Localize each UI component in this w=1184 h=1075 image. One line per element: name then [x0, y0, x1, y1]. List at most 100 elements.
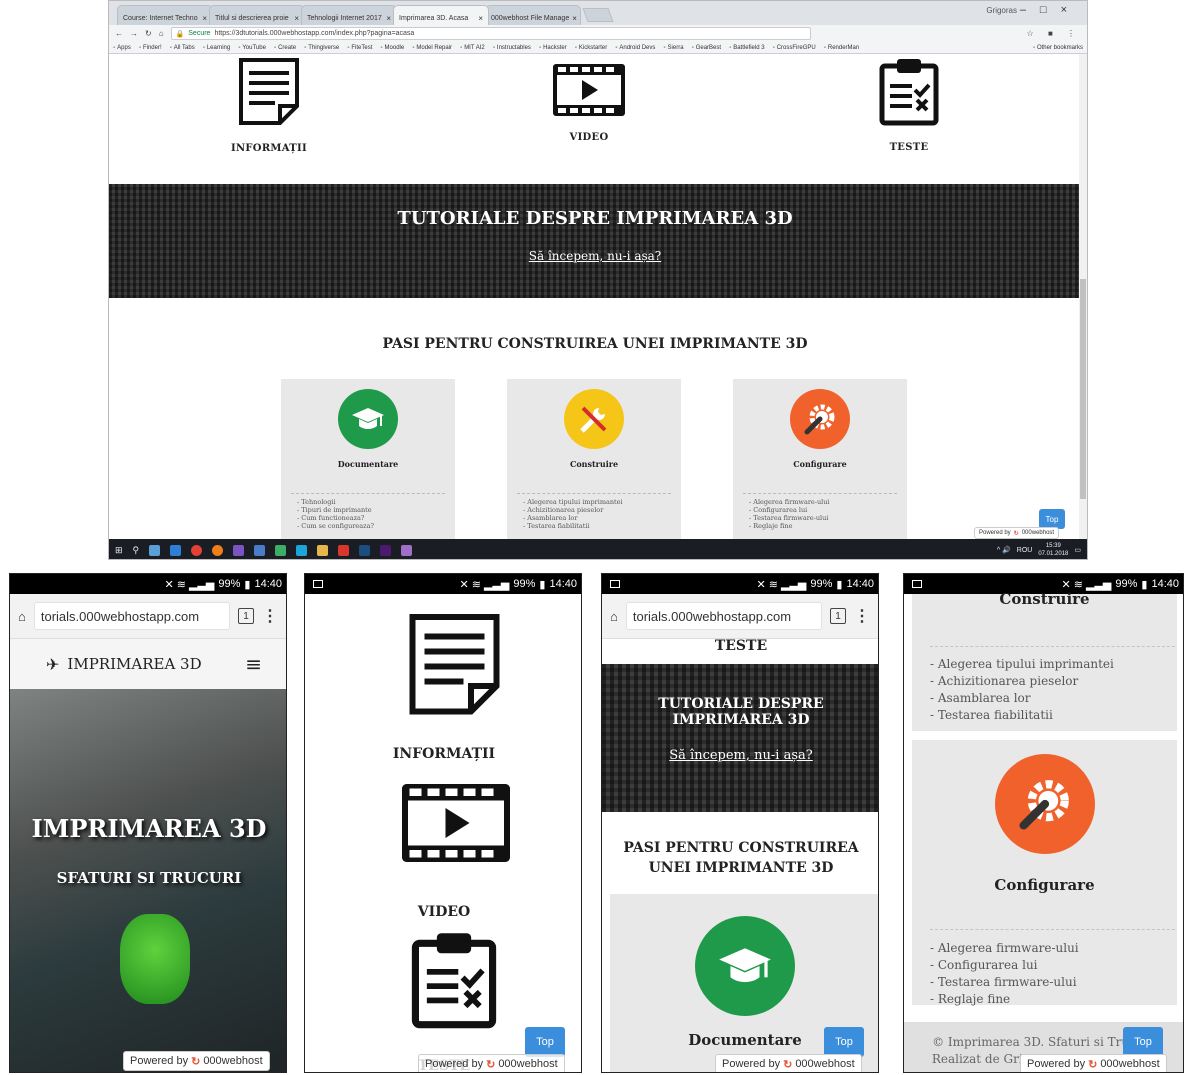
bookmark-item[interactable]: Kickstarter [575, 45, 607, 51]
powered-brand: 000webhost [1100, 1058, 1160, 1070]
home-icon[interactable]: ⌂ [18, 609, 26, 624]
close-tab-icon[interactable]: × [386, 14, 391, 23]
card-documentare[interactable]: Documentare - Tehnologii - Tipuri de imp… [281, 379, 455, 539]
bookmark-item[interactable]: Sierra [663, 45, 684, 51]
app-icon[interactable] [275, 544, 287, 556]
browser-tab-active[interactable]: Imprimarea 3D. Acasa × [393, 5, 489, 25]
card-construire[interactable]: Construire - Alegerea tipului imprimante… [507, 379, 681, 539]
bookmark-item[interactable]: Learning [203, 45, 230, 51]
close-tab-icon[interactable]: × [202, 14, 207, 23]
url-field[interactable]: torials.000webhostapp.com [33, 602, 230, 630]
card-title: Construire [999, 590, 1090, 608]
other-bookmarks[interactable]: Other bookmarks [1033, 45, 1083, 51]
clock[interactable]: 15:39 07.01.2018 [1038, 542, 1068, 558]
bookmark-item[interactable]: Finder! [139, 45, 162, 51]
feature-label: VIDEO [569, 132, 609, 143]
app-icon[interactable] [296, 544, 308, 556]
tab-count[interactable]: 1 [830, 608, 846, 624]
photoshop-icon[interactable] [359, 544, 371, 556]
close-tab-icon[interactable]: × [478, 14, 483, 23]
feature-video[interactable]: VIDEO [519, 54, 659, 143]
browser-tab[interactable]: Tehnologii Internet 2017 × [301, 5, 397, 25]
menu-icon[interactable]: ⋮ [854, 606, 870, 626]
bookmark-item[interactable]: Moodle [380, 45, 405, 51]
new-tab-button[interactable] [582, 8, 614, 22]
bookmark-item[interactable]: Model Repair [412, 45, 452, 51]
bookmark-item[interactable]: GearBest [692, 45, 721, 51]
powered-by-badge[interactable]: Powered by ↻ 000webhost [715, 1054, 862, 1072]
powered-by-badge[interactable]: Powered by ↻ 000webhost [123, 1051, 270, 1071]
app-icon[interactable] [401, 544, 413, 556]
browser-tab[interactable]: Course: Internet Techno × [117, 5, 213, 25]
hamburger-icon[interactable]: ≡ [245, 652, 262, 676]
powered-by-badge[interactable]: Powered by ↻ 000webhost [1020, 1054, 1167, 1072]
card-configurare[interactable]: Configurare - Alegerea firmware-ului - C… [733, 379, 907, 539]
bookmark-item[interactable]: MIT AI2 [460, 45, 485, 51]
browser-tab[interactable]: Titlul si descrierea proie × [209, 5, 305, 25]
bookmark-item[interactable]: FiteTest [347, 45, 372, 51]
bookmark-item[interactable]: Instructables [493, 45, 531, 51]
card-configurare[interactable]: Configurare - Alegerea firmware-ului - C… [912, 740, 1177, 1006]
scroll-top-button[interactable]: Top [525, 1027, 565, 1057]
close-tab-icon[interactable]: × [294, 14, 299, 23]
tab-count[interactable]: 1 [238, 608, 254, 624]
keyboard-language[interactable]: ROU [1017, 547, 1033, 554]
chrome-icon[interactable] [191, 544, 203, 556]
home-icon[interactable]: ⌂ [610, 609, 618, 624]
start-icon[interactable]: ⊞ [115, 545, 123, 556]
omnibox[interactable]: 🔒 Secure https://3dtutorials.000webhosta… [170, 27, 811, 40]
hero-link[interactable]: Să începem, nu-i așa? [529, 249, 661, 263]
app-icon[interactable] [254, 544, 266, 556]
powered-by-badge[interactable]: Powered by ↻ 000webhost [974, 527, 1060, 539]
bookmark-item[interactable]: Create [274, 45, 296, 51]
task-view-icon[interactable] [149, 544, 161, 556]
bookmark-item[interactable]: Apps [113, 45, 131, 51]
scroll-top-button[interactable]: Top [1039, 509, 1065, 529]
desktop-browser-window: Course: Internet Techno × Titlul si descr… [108, 0, 1088, 560]
bookmark-item[interactable]: CrossFireGPU [773, 45, 816, 51]
scroll-top-button[interactable]: Top [1123, 1027, 1163, 1057]
page-viewport: INFORMAȚII VIDEO TESTE TUTORIALE DESPRE … [109, 54, 1081, 539]
forward-icon[interactable]: → [130, 29, 138, 38]
profile-name[interactable]: Grigoras [986, 6, 1017, 15]
back-icon[interactable]: ← [115, 29, 123, 38]
tray-icons[interactable]: ^ 🔊 [997, 546, 1011, 554]
page-scrollbar[interactable] [1079, 54, 1087, 539]
reload-icon[interactable]: ↻ [145, 29, 152, 38]
gear-wrench-icon [995, 754, 1095, 854]
app-icon[interactable] [317, 544, 329, 556]
close-tab-icon[interactable]: × [572, 14, 577, 23]
printer-logo-icon: ✈ [46, 654, 60, 674]
firefox-icon[interactable] [212, 544, 224, 556]
home-icon[interactable]: ⌂ [159, 29, 164, 38]
bookmark-item[interactable]: All Tabs [170, 45, 195, 51]
hero-title: TUTORIALE DESPRE IMPRIMAREA 3D [397, 208, 793, 229]
window-controls[interactable]: –□× [1020, 4, 1081, 16]
bookmark-item[interactable]: YouTube [238, 45, 266, 51]
bookmark-item[interactable]: Hackster [539, 45, 567, 51]
acrobat-icon[interactable] [338, 544, 350, 556]
url-field[interactable]: torials.000webhostapp.com [625, 602, 822, 630]
premiere-icon[interactable] [380, 544, 392, 556]
hero-link[interactable]: Să începem, nu-i așa? [602, 748, 878, 763]
visual-studio-icon[interactable] [233, 544, 245, 556]
powered-by-badge[interactable]: Powered by ↻ 000webhost [418, 1054, 565, 1072]
browser-tab[interactable]: 000webhost File Manage × [485, 5, 581, 25]
search-icon[interactable]: ⚲ [133, 545, 140, 556]
card-construire[interactable]: Construire - Alegerea tipului imprimante… [912, 590, 1177, 731]
bookmark-item[interactable]: Battlefield 3 [729, 45, 764, 51]
video-icon [402, 784, 510, 862]
bookmark-item[interactable]: Thingiverse [304, 45, 339, 51]
site-name[interactable]: IMPRIMAREA 3D [67, 655, 201, 673]
feature-teste[interactable]: TESTE [839, 54, 979, 153]
notifications-icon[interactable]: ▭ [1074, 546, 1081, 554]
scrollbar-thumb[interactable] [1080, 279, 1086, 499]
menu-icon[interactable]: ⋮ [262, 606, 278, 626]
bookmark-item[interactable]: RenderMan [824, 45, 859, 51]
extension-icons[interactable]: ☆ ■ ⋮ [1027, 29, 1081, 38]
bookmark-item[interactable]: Android Devs [615, 45, 655, 51]
edge-icon[interactable] [170, 544, 182, 556]
scroll-top-button[interactable]: Top [824, 1027, 864, 1057]
phone-screen-tutorials: ✕ ≋ ▂▃▅ 99% ▮ 14:40 ⌂ torials.000webhostapp… [601, 573, 879, 1073]
feature-informatii[interactable]: INFORMAȚII [199, 54, 339, 154]
